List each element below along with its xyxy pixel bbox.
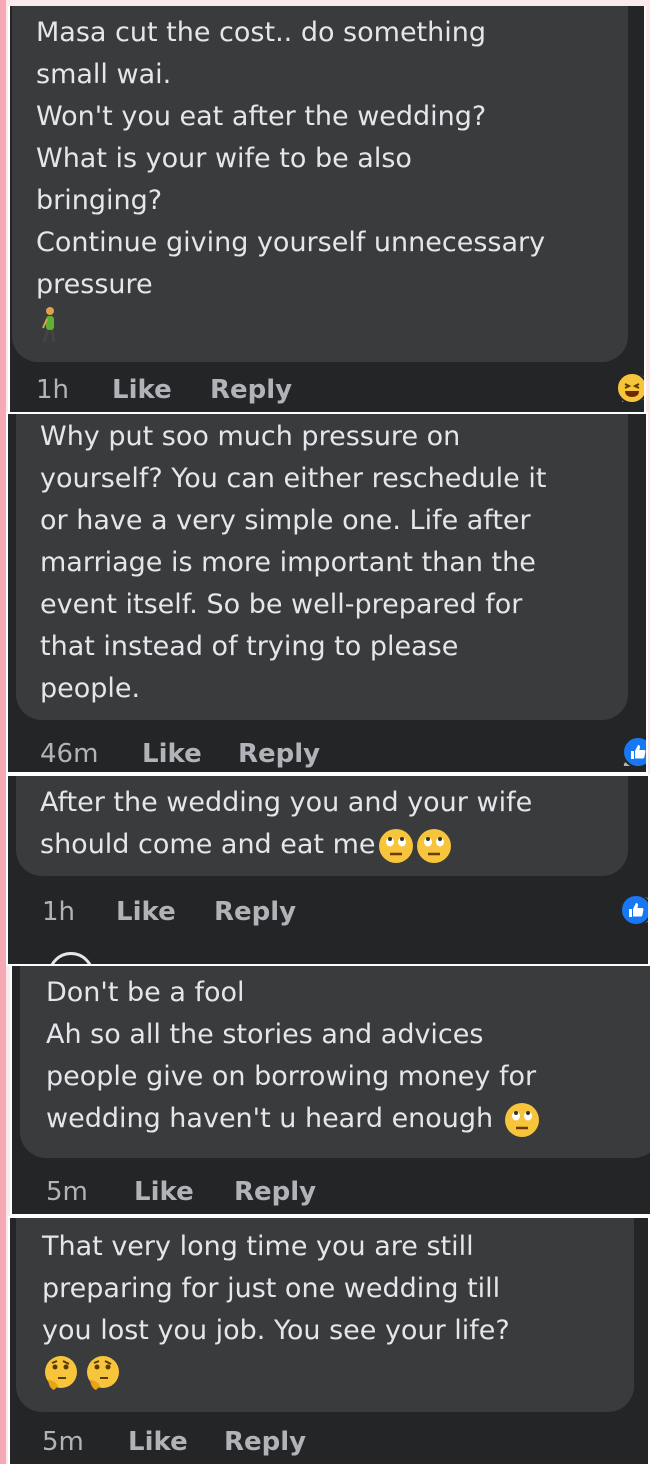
- comment-text-line: yourself? You can either reschedule it: [40, 463, 547, 494]
- comment-text-line: Why put soo much pressure on: [40, 421, 461, 452]
- thinking-face-emoji: [84, 1354, 122, 1392]
- reply-button[interactable]: Reply: [234, 1170, 316, 1214]
- comment-text-line: people.: [40, 673, 141, 704]
- comment-text-line: Masa cut the cost.. do something: [36, 17, 487, 48]
- comment-text-line: wedding haven't u heard enough: [46, 1098, 636, 1140]
- reply-button[interactable]: Reply: [238, 732, 320, 772]
- comment-actions-5: 5m Like Reply: [10, 1420, 648, 1464]
- comment-text-line: small wai.: [36, 59, 172, 90]
- comment-timestamp: 1h: [42, 897, 76, 927]
- comment-text-line: marriage is more important than the: [40, 547, 536, 578]
- comment-text-line: Won't you eat after the wedding?: [36, 101, 487, 132]
- comment-bubble-4: Don't be a fool Ah so all the stories an…: [20, 966, 650, 1158]
- comment-text-line: that instead of trying to please: [40, 631, 459, 662]
- comment-actions-4: 5m Like Reply: [12, 1170, 650, 1214]
- reply-button[interactable]: Reply: [214, 890, 296, 934]
- comment-panel-4: Don't be a fool Ah so all the stories an…: [10, 964, 650, 1216]
- comment-text-line: After the wedding you and your wife: [40, 787, 533, 818]
- comment-bubble-5: That very long time you are still prepar…: [16, 1218, 634, 1412]
- comment-text-line: you lost you job. You see your life?: [42, 1315, 510, 1346]
- comment-actions-1: 1h Like Reply 5: [10, 368, 644, 412]
- like-icon: [622, 736, 646, 768]
- comment-actions-2: 46m Like Reply 2: [8, 732, 646, 772]
- emoji-line: [42, 1352, 610, 1394]
- eye-roll-emoji: [378, 828, 414, 864]
- like-button[interactable]: Like: [116, 890, 176, 934]
- comment-panel-3: After the wedding you and your wife shou…: [6, 774, 650, 966]
- thinking-face-emoji: [42, 1354, 80, 1392]
- like-button[interactable]: Like: [142, 732, 202, 772]
- haha-icon: [616, 372, 644, 404]
- eye-roll-emoji: [416, 828, 452, 864]
- comment-timestamp: 1h: [36, 375, 70, 405]
- comment-text: wedding haven't u heard enough: [46, 1103, 502, 1134]
- comment-timestamp: 5m: [42, 1427, 84, 1457]
- comment-panel-2: Why put soo much pressure on yourself? Y…: [6, 412, 648, 774]
- comment-text-line: event itself. So be well-prepared for: [40, 589, 523, 620]
- person-walking-emoji: [36, 306, 604, 348]
- comment-text-line: Continue giving yourself unnecessary: [36, 227, 546, 258]
- like-button[interactable]: Like: [134, 1170, 194, 1214]
- comment-timestamp: 5m: [46, 1177, 88, 1207]
- comment-text: should come and eat me: [40, 829, 376, 860]
- comment-timestamp: 46m: [40, 739, 99, 769]
- reply-button[interactable]: Reply: [210, 368, 292, 412]
- comment-text-line: Don't be a fool: [46, 977, 245, 1008]
- comment-text-line: people give on borrowing money for: [46, 1061, 537, 1092]
- comment-text-line: bringing?: [36, 185, 163, 216]
- like-button[interactable]: Like: [128, 1420, 188, 1464]
- eye-roll-emoji: [504, 1102, 540, 1138]
- reply-button[interactable]: Reply: [224, 1420, 306, 1464]
- comment-bubble-1: Masa cut the cost.. do something small w…: [12, 6, 628, 362]
- like-icon: [620, 894, 648, 926]
- comment-text-line: should come and eat me: [40, 824, 604, 866]
- comment-panel-5: That very long time you are still prepar…: [8, 1216, 650, 1464]
- comment-text-line: or have a very simple one. Life after: [40, 505, 531, 536]
- like-button[interactable]: Like: [112, 368, 172, 412]
- comment-text-line: What is your wife to be also: [36, 143, 412, 174]
- comment-text-line: preparing for just one wedding till: [42, 1273, 501, 1304]
- comment-bubble-3: After the wedding you and your wife shou…: [16, 776, 628, 876]
- comment-bubble-2: Why put soo much pressure on yourself? Y…: [16, 414, 628, 720]
- comment-panel-1: Masa cut the cost.. do something small w…: [8, 6, 646, 414]
- comment-text-line: That very long time you are still: [42, 1231, 474, 1262]
- comment-text-line: Ah so all the stories and advices: [46, 1019, 484, 1050]
- comment-actions-3: 1h Like Reply 7: [8, 890, 648, 934]
- comment-text-line: pressure: [36, 269, 153, 300]
